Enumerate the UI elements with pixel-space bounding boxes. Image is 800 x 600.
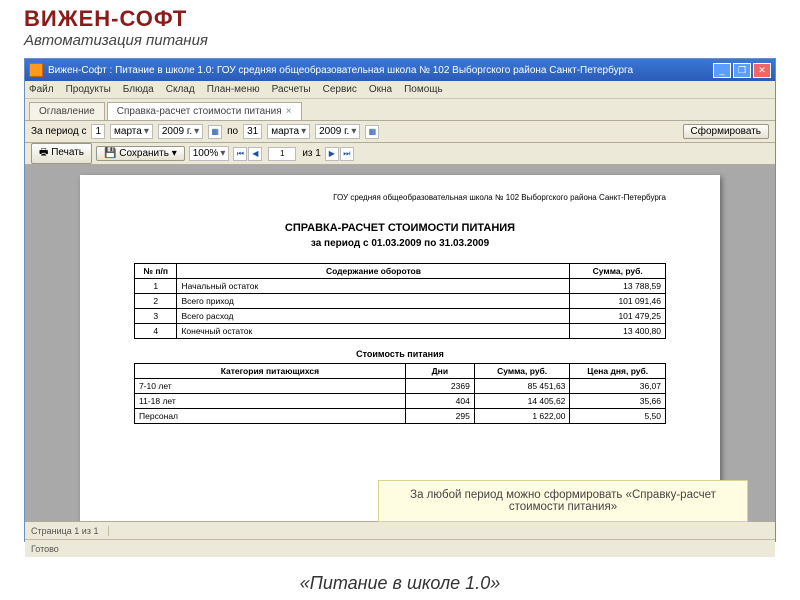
date-to-month[interactable]: марта [267,124,310,139]
table-row: 11-18 лет40414 405,6235,66 [135,394,666,409]
org-header: ГОУ средняя общеобразовательная школа № … [134,193,666,202]
menu-plan[interactable]: План-меню [207,84,260,95]
generate-button[interactable]: Сформировать [683,124,770,139]
page-total: из 1 [302,148,321,159]
report-toolbar: 🖶 Печать 💾 Сохранить ▾ 100% ⏮ ◀ 1 из 1 ▶… [25,143,775,165]
status-bar: Страница 1 из 1 [25,521,775,539]
table-row: 3Всего расход101 479,25 [135,309,666,324]
report-page: ГОУ средняя общеобразовательная школа № … [80,175,720,521]
t2h-days: Дни [405,364,474,379]
t2h-sum: Сумма, руб. [474,364,570,379]
brand-subtitle: Автоматизация питания [24,32,208,49]
close-button[interactable]: ✕ [753,63,771,78]
t1h-desc: Содержание оборотов [177,264,570,279]
period-label: За период с [31,126,86,137]
cost-table: Категория питающихся Дни Сумма, руб. Цен… [134,363,666,424]
menu-help[interactable]: Помощь [404,84,443,95]
nav-prev-icon[interactable]: ◀ [248,147,262,161]
tab-close-icon[interactable]: × [286,106,292,117]
t2h-cat: Категория питающихся [135,364,406,379]
slide-footer: «Питание в школе 1.0» [0,573,800,594]
date-from-year[interactable]: 2009 г. [158,124,203,139]
report-title: СПРАВКА-РАСЧЕТ СТОИМОСТИ ПИТАНИЯ [134,222,666,234]
period-to-label: по [227,126,238,137]
menu-windows[interactable]: Окна [369,84,392,95]
table-row: 4Конечный остаток13 400,80 [135,324,666,339]
table-row: 2Всего приход101 091,46 [135,294,666,309]
zoom-select[interactable]: 100% [189,146,230,161]
t1h-n: № п/п [135,264,177,279]
date-range-bar: За период с 1 марта 2009 г. ▦ по 31 март… [25,121,775,143]
status-page: Страница 1 из 1 [31,526,109,536]
menu-file[interactable]: Файл [29,84,54,95]
title-bar: Вижен-Софт : Питание в школе 1.0: ГОУ ср… [25,59,775,81]
menu-service[interactable]: Сервис [323,84,357,95]
table-row: 1Начальный остаток13 788,59 [135,279,666,294]
table-row: Персонал2951 622,005,50 [135,409,666,424]
cal2-icon[interactable]: ▦ [365,125,379,139]
nav-next-icon[interactable]: ▶ [325,147,339,161]
menu-warehouse[interactable]: Склад [166,84,195,95]
minimize-button[interactable]: _ [713,63,731,78]
save-button[interactable]: 💾 Сохранить ▾ [96,146,185,161]
t2h-price: Цена дня, руб. [570,364,666,379]
menu-dishes[interactable]: Блюда [123,84,154,95]
app-icon [29,63,43,77]
document-viewport[interactable]: ГОУ средняя общеобразовательная школа № … [25,165,775,521]
tab-toc[interactable]: Оглавление [29,102,105,120]
page-number[interactable]: 1 [268,147,296,161]
callout-note: За любой период можно сформировать «Спра… [378,480,748,522]
status-ready: Готово [31,544,59,554]
maximize-button[interactable]: ❐ [733,63,751,78]
app-window: Вижен-Софт : Питание в школе 1.0: ГОУ ср… [24,58,776,542]
date-from-month[interactable]: марта [110,124,153,139]
print-button[interactable]: 🖶 Печать [31,143,92,164]
cal1-icon[interactable]: ▦ [208,125,222,139]
brand-block: ВИЖЕН-СОФТ Автоматизация питания [24,6,208,49]
t2-caption: Стоимость питания [134,349,666,359]
date-to-year[interactable]: 2009 г. [315,124,360,139]
report-period: за период с 01.03.2009 по 31.03.2009 [134,238,666,249]
tab-bar: Оглавление Справка-расчет стоимости пита… [25,99,775,121]
table-row: 7-10 лет236985 451,6336,07 [135,379,666,394]
t1h-sum: Сумма, руб. [570,264,666,279]
date-to-day[interactable]: 31 [243,124,262,139]
nav-last-icon[interactable]: ⏭ [340,147,354,161]
menu-products[interactable]: Продукты [66,84,111,95]
brand-title: ВИЖЕН-СОФТ [24,6,208,32]
nav-first-icon[interactable]: ⏮ [233,147,247,161]
menu-calc[interactable]: Расчеты [272,84,311,95]
date-from-day[interactable]: 1 [91,124,105,139]
status-bar-2: Готово [25,539,775,557]
menu-bar: Файл Продукты Блюда Склад План-меню Расч… [25,81,775,99]
tab-report[interactable]: Справка-расчет стоимости питания× [107,102,302,120]
turnover-table: № п/п Содержание оборотов Сумма, руб. 1Н… [134,263,666,339]
window-title: Вижен-Софт : Питание в школе 1.0: ГОУ ср… [48,65,711,76]
